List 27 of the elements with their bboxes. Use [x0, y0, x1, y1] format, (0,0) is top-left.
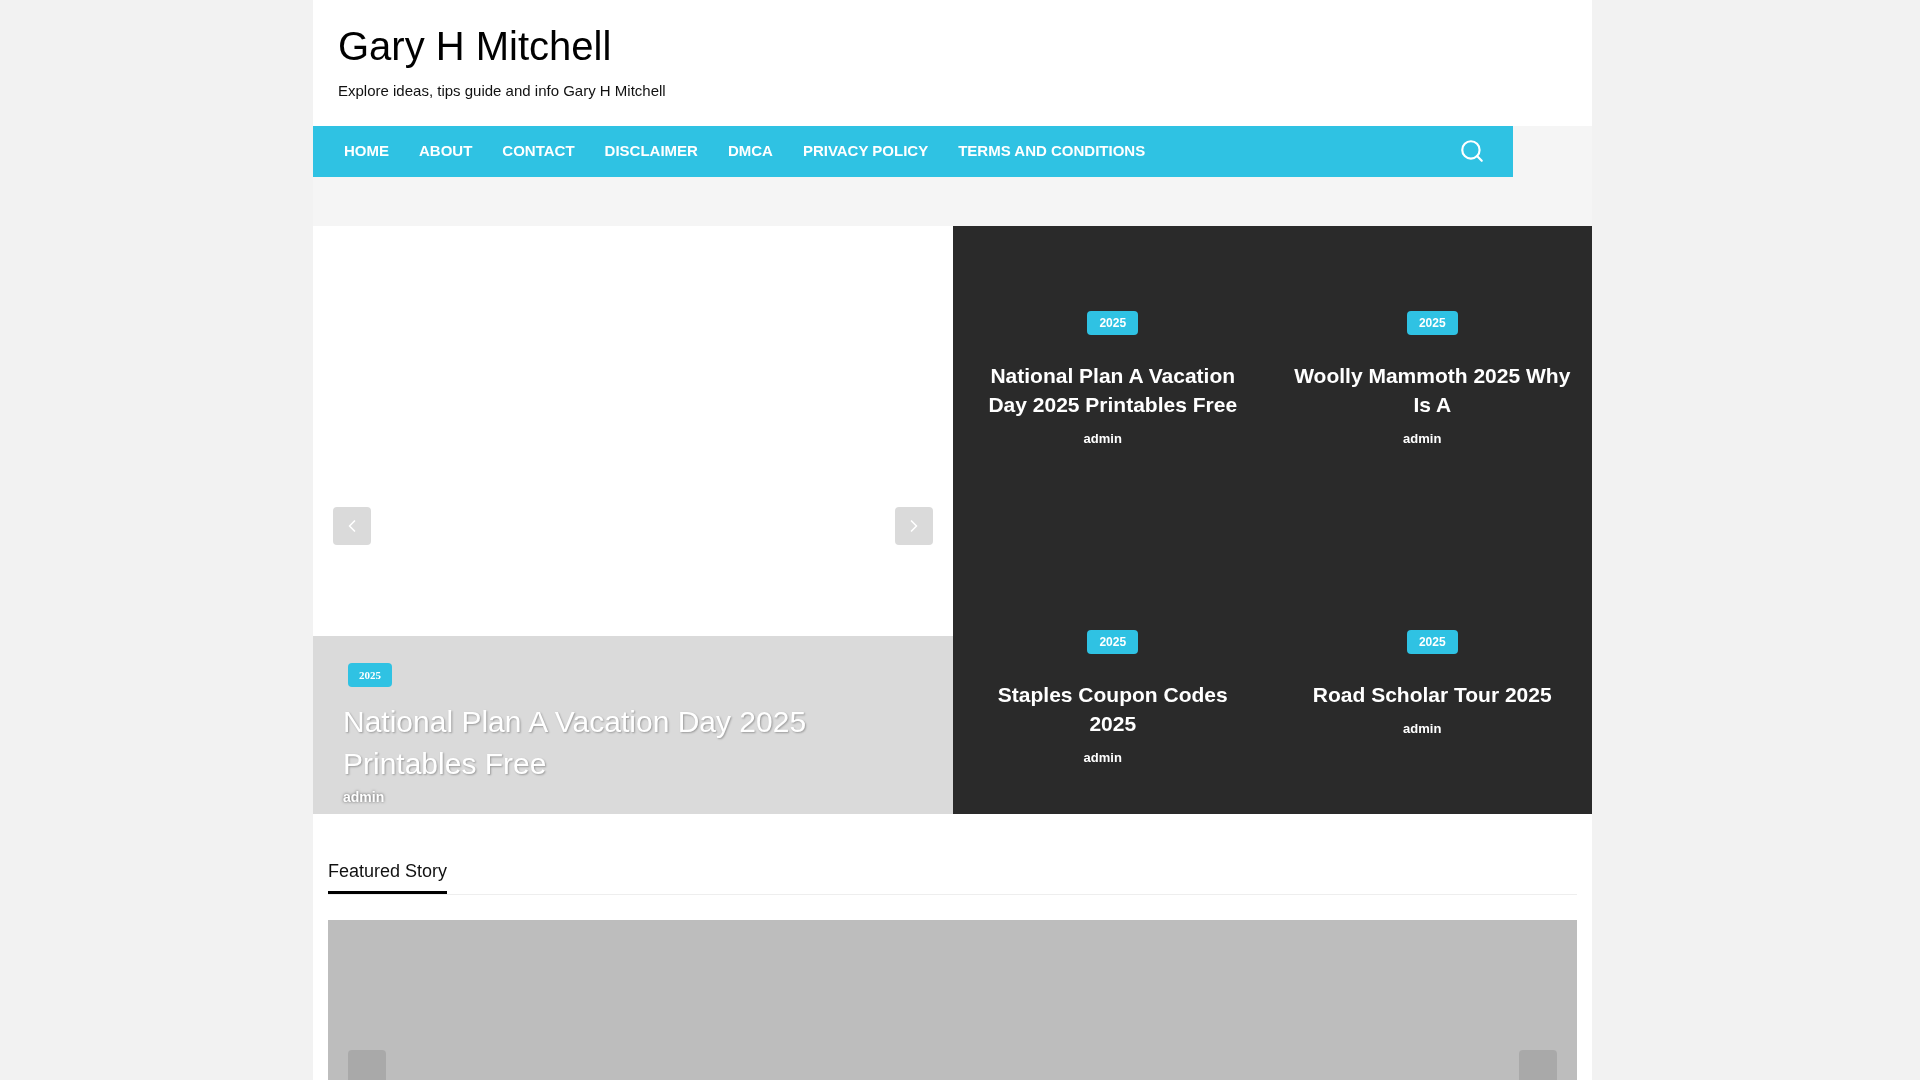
post-author[interactable]: admin [1083, 747, 1122, 768]
search-icon[interactable] [1459, 138, 1485, 165]
nav-link[interactable]: HOME [329, 136, 404, 167]
section-heading: Featured Story [328, 858, 448, 894]
post-author[interactable]: admin [1083, 428, 1122, 449]
category-badge[interactable]: 2025 [1406, 310, 1458, 335]
category-badge[interactable]: 2025 [1087, 629, 1139, 654]
nav-link[interactable]: TERMS AND CONDITIONS [943, 136, 1161, 167]
nav-link[interactable]: DISCLAIMER [589, 136, 713, 167]
category-badge[interactable]: 2025 [1087, 310, 1139, 335]
site-title[interactable]: Gary H Mitchell [338, 22, 612, 70]
previous-slide-button[interactable] [333, 506, 371, 545]
post-author[interactable]: admin [343, 787, 385, 809]
category-badge[interactable]: 2025 [348, 662, 392, 688]
next-slide-button[interactable] [895, 506, 933, 545]
nav-link[interactable]: CONTACT [487, 136, 590, 167]
site-tagline: Explore ideas, tips guide and info Gary H Mitchell [338, 81, 666, 101]
post-title[interactable]: Road Scholar Tour 2025 [1312, 679, 1552, 709]
post-author[interactable]: admin [1403, 428, 1442, 449]
post-author[interactable]: admin [1403, 718, 1442, 739]
post-title[interactable]: Woolly Mammoth 2025 Why Is A [1292, 360, 1572, 419]
nav-link[interactable]: DMCA [712, 136, 788, 167]
nav-link[interactable]: ABOUT [404, 136, 488, 167]
post-title[interactable]: National Plan A Vacation Day 2025 Printables Free [973, 360, 1253, 419]
category-badge[interactable]: 2025 [1406, 629, 1458, 654]
post-title[interactable]: Staples Coupon Codes 2025 [973, 679, 1253, 738]
nav-link[interactable]: PRIVACY POLICY [787, 136, 944, 167]
